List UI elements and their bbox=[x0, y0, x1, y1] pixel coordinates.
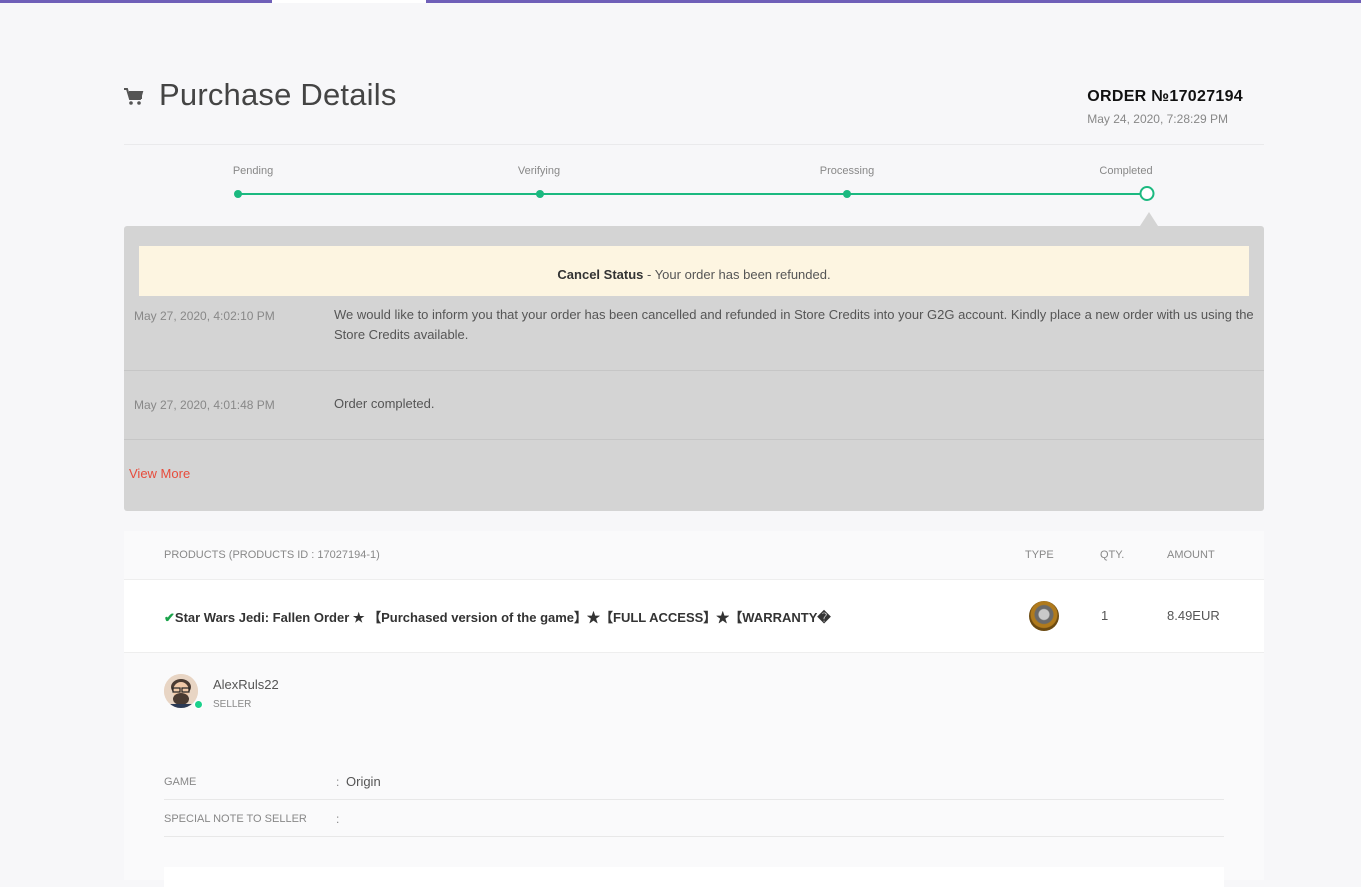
cancel-status-banner: Cancel Status - Your order has been refu… bbox=[139, 246, 1249, 296]
top-progress-bar bbox=[0, 0, 1361, 3]
step-dot-pending bbox=[234, 190, 242, 198]
step-label-verifying: Verifying bbox=[517, 165, 561, 177]
log-message: Order completed. bbox=[334, 396, 435, 411]
order-date: May 24, 2020, 7:28:29 PM bbox=[1087, 112, 1229, 126]
products-section: PRODUCTS (PRODUCTS ID : 17027194-1) TYPE… bbox=[124, 531, 1264, 887]
detail-label: GAME bbox=[164, 776, 197, 788]
panel-pointer-arrow bbox=[1140, 212, 1158, 226]
status-log-row: May 27, 2020, 4:01:48 PM Order completed… bbox=[124, 371, 1264, 440]
order-info: ORDER №17027194 May 24, 2020, 7:28:29 PM bbox=[1087, 88, 1243, 126]
qty-header: QTY. bbox=[1100, 549, 1125, 561]
product-type-icon bbox=[1029, 601, 1059, 631]
order-progress-steps: Pending Verifying Processing Completed bbox=[124, 160, 1264, 220]
log-message: We would like to inform you that your or… bbox=[334, 307, 1254, 342]
page-header: Purchase Details ORDER №17027194 May 24,… bbox=[124, 77, 1264, 145]
progress-line bbox=[238, 193, 1146, 195]
cancel-status-text: - Your order has been refunded. bbox=[643, 267, 831, 282]
product-name[interactable]: ✔Star Wars Jedi: Fallen Order ★ 【Purchas… bbox=[164, 607, 831, 626]
page-title: Purchase Details bbox=[159, 77, 397, 112]
type-header: TYPE bbox=[1025, 549, 1054, 561]
detail-value: Origin bbox=[346, 774, 381, 789]
products-header: PRODUCTS (PRODUCTS ID : 17027194-1) bbox=[164, 549, 380, 561]
detail-label: SPECIAL NOTE TO SELLER bbox=[164, 813, 307, 825]
amount-header: AMOUNT bbox=[1167, 549, 1215, 561]
online-status-dot bbox=[194, 700, 203, 709]
detail-colon: : bbox=[336, 812, 340, 826]
shopping-cart-icon bbox=[124, 88, 144, 105]
seller-name[interactable]: AlexRuls22 bbox=[213, 677, 279, 692]
status-log-row: May 27, 2020, 4:02:10 PM We would like t… bbox=[124, 296, 1264, 371]
view-more-link[interactable]: View More bbox=[129, 466, 190, 481]
log-timestamp: May 27, 2020, 4:02:10 PM bbox=[134, 309, 275, 323]
step-label-completed: Completed bbox=[1099, 165, 1153, 177]
checkmark-icon: ✔ bbox=[164, 610, 175, 625]
detail-row-game: GAME : Origin bbox=[164, 763, 1224, 800]
product-qty: 1 bbox=[1101, 608, 1109, 623]
step-label-processing: Processing bbox=[819, 165, 875, 177]
product-title: Star Wars Jedi: Fallen Order ★ 【Purchase… bbox=[174, 610, 831, 625]
product-row: ✔Star Wars Jedi: Fallen Order ★ 【Purchas… bbox=[124, 580, 1264, 653]
detail-colon: : bbox=[336, 775, 340, 789]
active-tab-indicator bbox=[272, 0, 426, 3]
order-number: ORDER №17027194 bbox=[1087, 88, 1243, 105]
delivery-card bbox=[164, 867, 1224, 887]
step-dot-processing bbox=[843, 190, 851, 198]
seller-role: SELLER bbox=[213, 699, 252, 710]
step-dot-verifying bbox=[536, 190, 544, 198]
seller-avatar[interactable] bbox=[164, 674, 198, 708]
cancel-status-label: Cancel Status bbox=[557, 267, 644, 282]
detail-row-special-note: SPECIAL NOTE TO SELLER : bbox=[164, 800, 1224, 837]
step-label-pending: Pending bbox=[232, 165, 274, 177]
product-amount: 8.49EUR bbox=[1167, 608, 1220, 623]
products-table-header: PRODUCTS (PRODUCTS ID : 17027194-1) TYPE… bbox=[124, 531, 1264, 580]
step-dot-completed bbox=[1139, 186, 1155, 201]
order-status-panel: Cancel Status - Your order has been refu… bbox=[124, 212, 1264, 511]
log-timestamp: May 27, 2020, 4:01:48 PM bbox=[134, 398, 275, 412]
